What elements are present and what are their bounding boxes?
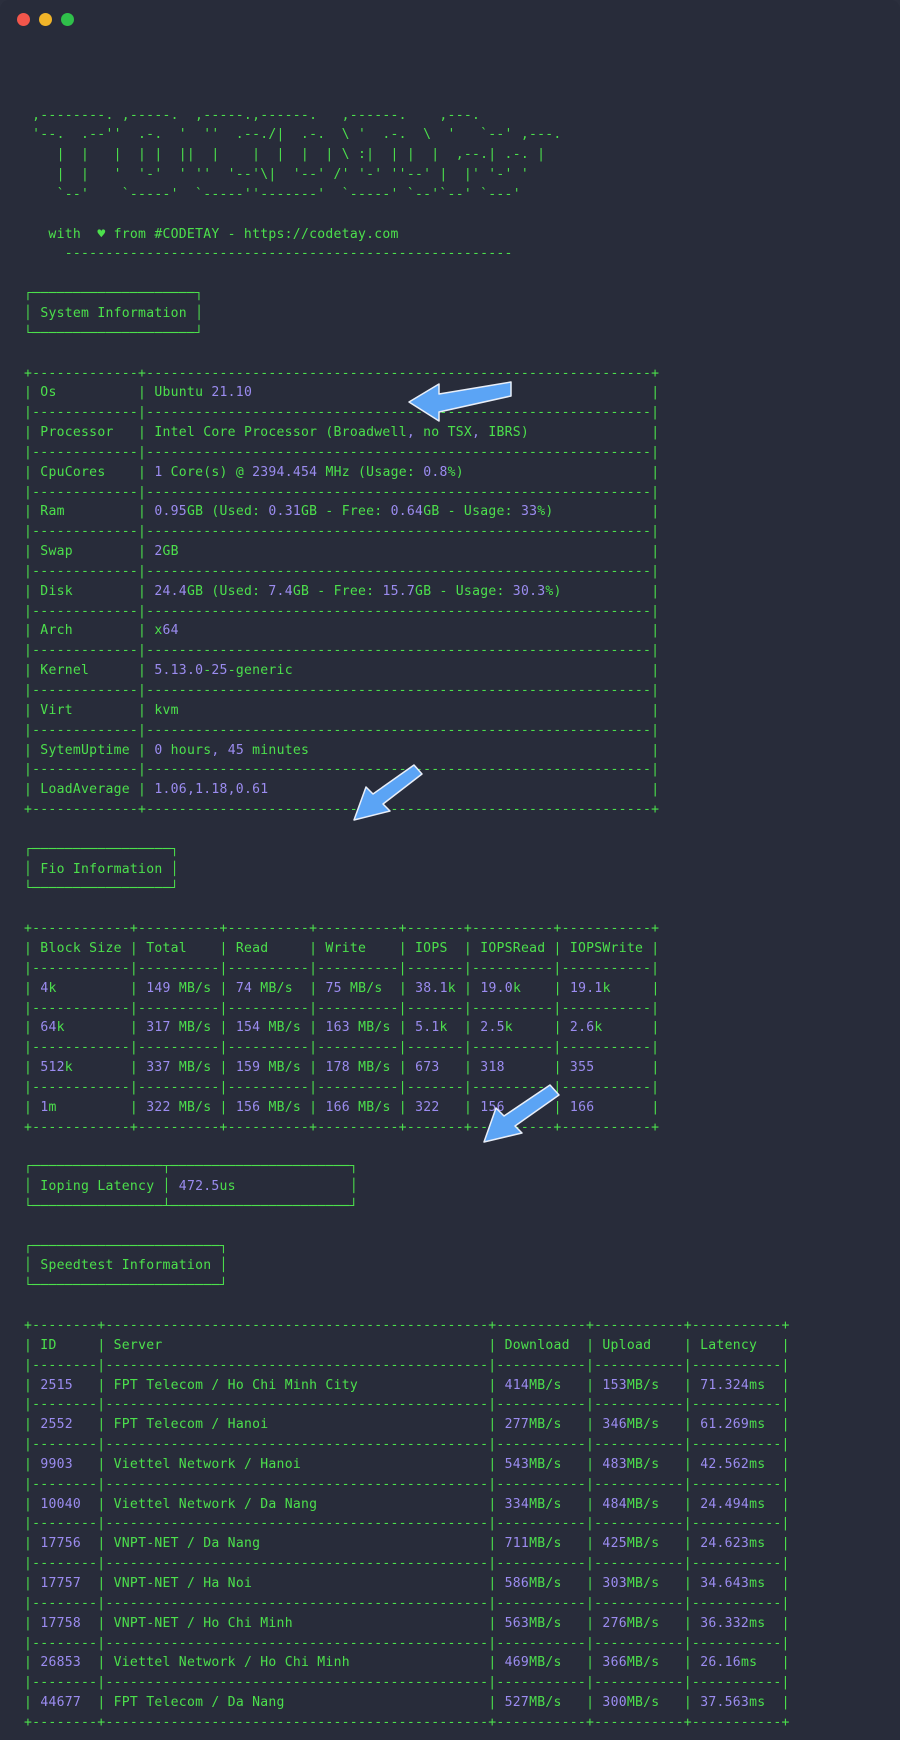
close-button[interactable]: [17, 12, 30, 26]
maximize-button[interactable]: [61, 12, 74, 26]
window-titlebar: [0, 0, 900, 38]
terminal-output[interactable]: ,--------. ,-----. ,-----.,------. ,----…: [0, 38, 900, 1740]
terminal-window: ,--------. ,-----. ,-----.,------. ,----…: [0, 0, 900, 1740]
minimize-button[interactable]: [39, 12, 52, 26]
terminal-text: ,--------. ,-----. ,-----.,------. ,----…: [24, 107, 790, 1730]
